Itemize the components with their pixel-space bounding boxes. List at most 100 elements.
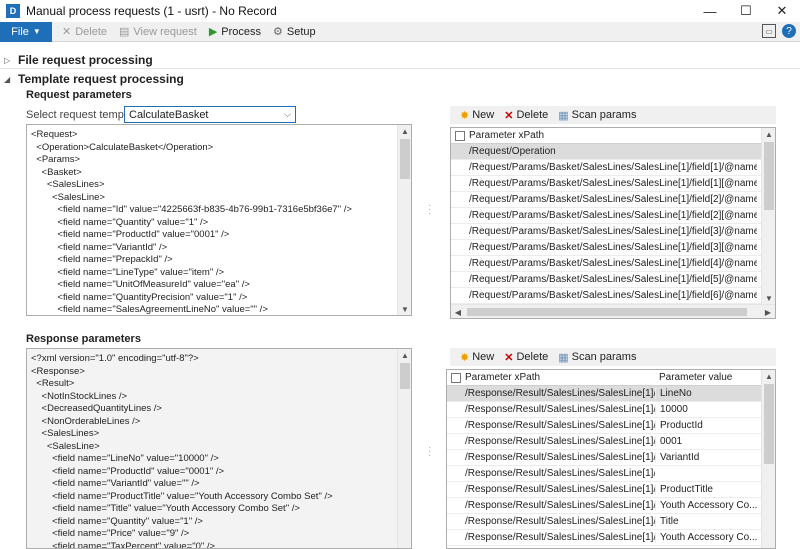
table-row[interactable]: /Response/Result/SalesLines/SalesLine[1]… <box>447 418 763 434</box>
table-row[interactable]: /Request/Params/Basket/SalesLines/SalesL… <box>451 192 763 208</box>
cell-xpath[interactable]: /Response/Result/SalesLines/SalesLine[1]… <box>461 484 655 495</box>
maximize-button[interactable]: ☐ <box>728 0 764 22</box>
response-xml-content: <?xml version="1.0" encoding="utf-8"?><R… <box>27 349 411 549</box>
cell-value[interactable]: Youth Accessory Co... <box>655 532 759 543</box>
scroll-thumb[interactable] <box>764 142 774 210</box>
table-row[interactable]: /Request/Params/Basket/SalesLines/SalesL… <box>451 256 763 272</box>
column-header-xpath[interactable]: Parameter xPath <box>465 130 755 141</box>
response-new-button[interactable]: ✸ New <box>460 351 494 364</box>
chevron-right-icon: ▷ <box>4 56 18 65</box>
table-row[interactable]: /Response/Result/SalesLines/SalesLine[1]… <box>447 450 763 466</box>
cell-value[interactable]: 0001 <box>655 436 759 447</box>
cell-xpath[interactable]: /Request/Params/Basket/SalesLines/SalesL… <box>465 178 757 189</box>
cell-xpath[interactable]: /Response/Result/SalesLines/SalesLine[1]… <box>461 404 655 415</box>
cell-xpath[interactable]: /Response/Result/SalesLines/SalesLine[1]… <box>461 532 655 543</box>
table-row[interactable]: /Request/Params/Basket/SalesLines/SalesL… <box>451 240 763 256</box>
cell-xpath[interactable]: /Response/Result/SalesLines/SalesLine[1]… <box>461 468 655 479</box>
close-button[interactable]: ✕ <box>764 0 800 22</box>
table-row[interactable]: /Request/Params/Basket/SalesLines/SalesL… <box>451 208 763 224</box>
view-request-button[interactable]: ▤ View request <box>119 25 197 38</box>
minimize-button[interactable]: — <box>692 0 728 22</box>
scroll-up-icon[interactable]: ▲ <box>762 128 776 140</box>
scroll-left-icon[interactable]: ◀ <box>451 305 465 319</box>
request-grid-vscroll[interactable]: ▲ ▼ <box>761 128 775 304</box>
table-row[interactable]: /Response/Result/SalesLines/SalesLine[1]… <box>447 402 763 418</box>
response-xml-viewer[interactable]: <?xml version="1.0" encoding="utf-8"?><R… <box>26 348 412 549</box>
request-template-select[interactable]: CalculateBasket ⌵ <box>124 106 296 123</box>
scroll-thumb[interactable] <box>400 363 410 389</box>
table-row[interactable]: /Request/Params/Basket/SalesLines/SalesL… <box>451 272 763 288</box>
table-row[interactable]: /Request/Params/Basket/SalesLines/SalesL… <box>451 224 763 240</box>
response-scan-params-button[interactable]: ▦ Scan params <box>558 351 636 364</box>
cell-xpath[interactable]: /Response/Result/SalesLines/SalesLine[1]… <box>461 452 655 463</box>
table-row[interactable]: /Response/Result/SalesLines/SalesLine[1]… <box>447 514 763 530</box>
column-header-value[interactable]: Parameter value <box>655 372 753 383</box>
column-header-xpath[interactable]: Parameter xPath <box>461 372 655 383</box>
file-request-section-header[interactable]: ▷ File request processing <box>0 53 800 67</box>
cell-xpath[interactable]: /Response/Result/SalesLines/SalesLine[1]… <box>461 516 655 527</box>
response-xml-scrollbar[interactable]: ▲ <box>397 349 411 548</box>
cell-value[interactable]: ProductId <box>655 420 759 431</box>
scroll-right-icon[interactable]: ▶ <box>761 305 775 319</box>
cell-value[interactable]: 10000 <box>655 404 759 415</box>
table-row[interactable]: /Request/Params/Basket/SalesLines/SalesL… <box>451 176 763 192</box>
scroll-down-icon[interactable]: ▼ <box>762 292 776 304</box>
table-row[interactable]: /Request/Params/Basket/SalesLines/SalesL… <box>451 160 763 176</box>
request-delete-button[interactable]: ✕ Delete <box>504 109 548 122</box>
request-xml-scrollbar[interactable]: ▲ ▼ <box>397 125 411 315</box>
cell-xpath[interactable]: /Response/Result/SalesLines/SalesLine[1]… <box>461 500 655 511</box>
cell-value[interactable]: ProductTitle <box>655 484 759 495</box>
cell-xpath[interactable]: /Request/Params/Basket/SalesLines/SalesL… <box>465 226 757 237</box>
select-all-checkbox[interactable] <box>455 131 465 141</box>
xml-line: <field name="LineType" value="item" /> <box>31 267 411 280</box>
table-row[interactable]: /Response/Result/SalesLines/SalesLine[1]… <box>447 530 763 546</box>
scroll-up-icon[interactable]: ▲ <box>398 125 412 137</box>
response-delete-button[interactable]: ✕ Delete <box>504 351 548 364</box>
request-grid-hscroll[interactable]: ◀ ▶ <box>451 304 775 318</box>
cell-xpath[interactable]: /Request/Params/Basket/SalesLines/SalesL… <box>465 258 757 269</box>
scroll-thumb[interactable] <box>467 308 747 316</box>
cell-xpath[interactable]: /Request/Params/Basket/SalesLines/SalesL… <box>465 194 757 205</box>
scroll-thumb[interactable] <box>400 139 410 179</box>
splitter-handle[interactable]: ··· <box>428 204 431 216</box>
scroll-down-icon[interactable]: ▼ <box>398 303 412 315</box>
cell-value[interactable]: VariantId <box>655 452 759 463</box>
cell-xpath[interactable]: /Request/Params/Basket/SalesLines/SalesL… <box>465 274 757 285</box>
help-icon[interactable]: ? <box>782 24 796 38</box>
table-row[interactable]: /Response/Result/SalesLines/SalesLine[1]… <box>447 482 763 498</box>
select-all-checkbox[interactable] <box>451 373 461 383</box>
scroll-thumb[interactable] <box>764 384 774 464</box>
cell-value[interactable]: LineNo <box>655 388 759 399</box>
setup-button[interactable]: ⚙ Setup <box>273 25 316 38</box>
template-request-section-header[interactable]: ◢ Template request processing <box>0 72 800 86</box>
scroll-up-icon[interactable]: ▲ <box>398 349 412 361</box>
request-scan-params-button[interactable]: ▦ Scan params <box>558 109 636 122</box>
request-new-button[interactable]: ✸ New <box>460 109 494 122</box>
layout-icon[interactable]: ▭ <box>762 24 776 38</box>
process-button[interactable]: ▶ Process <box>209 25 261 38</box>
cell-xpath[interactable]: /Request/Params/Basket/SalesLines/SalesL… <box>465 162 757 173</box>
cell-xpath[interactable]: /Response/Result/SalesLines/SalesLine[1]… <box>461 420 655 431</box>
table-row[interactable]: /Request/Params/Basket/SalesLines/SalesL… <box>451 288 763 304</box>
table-row[interactable]: /Request/Operation <box>451 144 763 160</box>
table-row[interactable]: /Response/Result/SalesLines/SalesLine[1]… <box>447 434 763 450</box>
cell-xpath[interactable]: /Request/Params/Basket/SalesLines/SalesL… <box>465 210 757 221</box>
table-row[interactable]: /Response/Result/SalesLines/SalesLine[1]… <box>447 386 763 402</box>
cell-xpath[interactable]: /Request/Params/Basket/SalesLines/SalesL… <box>465 290 757 301</box>
request-xml-editor[interactable]: <Request> <Operation>CalculateBasket</Op… <box>26 124 412 316</box>
cell-value[interactable]: Youth Accessory Co... <box>655 500 759 511</box>
table-row[interactable]: /Response/Result/SalesLines/SalesLine[1]… <box>447 466 763 482</box>
response-grid-vscroll[interactable]: ▲ <box>761 370 775 548</box>
delete-button[interactable]: ✕ Delete <box>62 25 107 38</box>
splitter-handle[interactable]: ··· <box>428 446 431 458</box>
cell-xpath[interactable]: /Request/Params/Basket/SalesLines/SalesL… <box>465 242 757 253</box>
xml-line: <field name="Quantity" value="1" /> <box>31 516 411 529</box>
file-menu-button[interactable]: File ▼ <box>0 22 52 42</box>
cell-xpath[interactable]: /Request/Operation <box>465 146 757 157</box>
cell-xpath[interactable]: /Response/Result/SalesLines/SalesLine[1]… <box>461 388 655 399</box>
cell-xpath[interactable]: /Response/Result/SalesLines/SalesLine[1]… <box>461 436 655 447</box>
cell-value[interactable]: Title <box>655 516 759 527</box>
scroll-up-icon[interactable]: ▲ <box>762 370 776 382</box>
table-row[interactable]: /Response/Result/SalesLines/SalesLine[1]… <box>447 498 763 514</box>
xml-line: <SalesLines> <box>31 179 411 192</box>
